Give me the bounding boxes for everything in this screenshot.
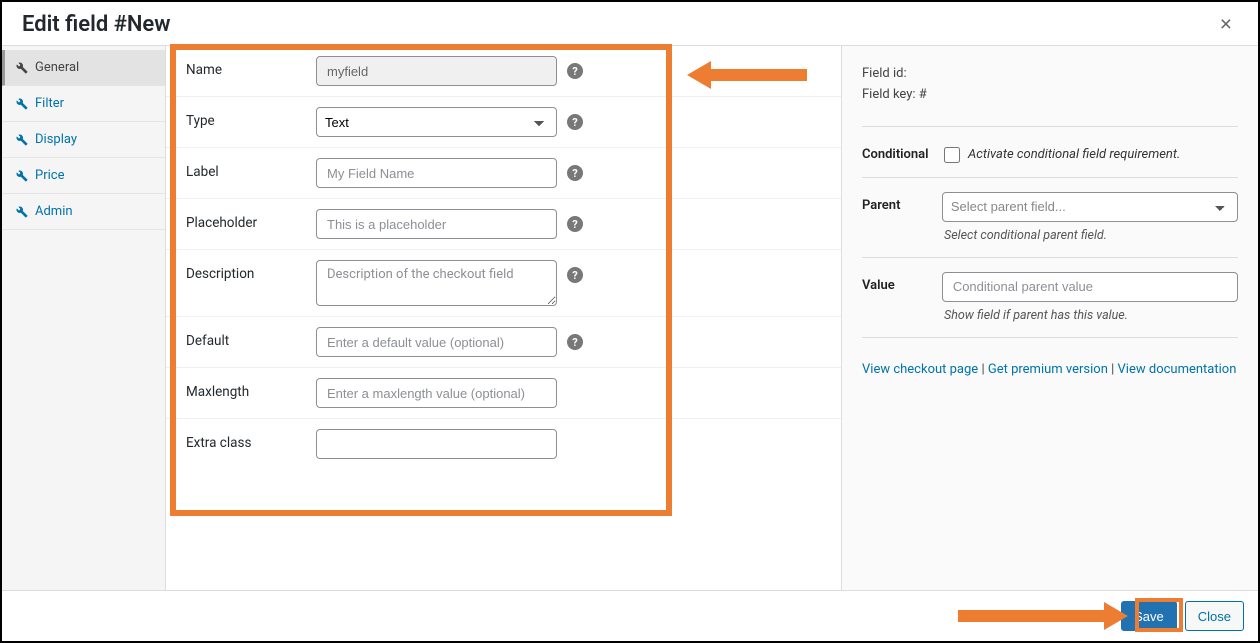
label-label: Label	[186, 158, 306, 180]
right-panel: Field id: Field key: # Conditional Activ…	[841, 46, 1258, 590]
close-button[interactable]: Close	[1185, 601, 1244, 631]
help-icon[interactable]: ?	[567, 267, 583, 283]
extra-class-label: Extra class	[186, 429, 306, 451]
description-label: Description	[186, 260, 306, 282]
conditional-label: Conditional	[862, 141, 932, 162]
placeholder-input[interactable]	[316, 209, 557, 239]
conditional-check-label: Activate conditional field requirement.	[968, 147, 1180, 162]
modal-title: Edit field #New	[22, 12, 171, 37]
name-input[interactable]	[316, 56, 557, 86]
value-helper: Show field if parent has this value.	[944, 308, 1238, 323]
sidebar-item-price[interactable]: Price	[2, 158, 165, 194]
view-docs-link[interactable]: View documentation	[1118, 362, 1237, 377]
sidebar: General Filter Display Price Admin	[2, 46, 166, 590]
extra-class-input[interactable]	[316, 429, 557, 459]
main-panel: Name ? Type Text ? Label ? Pla	[166, 46, 841, 590]
parent-label: Parent	[862, 192, 930, 213]
type-label: Type	[186, 107, 306, 129]
wrench-icon	[16, 206, 28, 218]
value-input[interactable]	[942, 272, 1238, 302]
wrench-icon	[16, 134, 28, 146]
right-links: View checkout page | Get premium version…	[862, 362, 1238, 377]
close-icon[interactable]: ×	[1214, 13, 1238, 37]
wrench-icon	[16, 62, 28, 74]
sidebar-item-general[interactable]: General	[2, 50, 165, 86]
sidebar-item-label: Admin	[35, 204, 73, 219]
sidebar-item-label: General	[35, 60, 79, 75]
save-button[interactable]: Save	[1121, 601, 1177, 631]
help-icon[interactable]: ?	[567, 165, 583, 181]
sidebar-item-admin[interactable]: Admin	[2, 194, 165, 230]
default-input[interactable]	[316, 327, 557, 357]
default-label: Default	[186, 327, 306, 349]
field-id-label: Field id:	[862, 64, 1238, 85]
type-select[interactable]: Text	[316, 107, 557, 137]
placeholder-label: Placeholder	[186, 209, 306, 231]
view-checkout-link[interactable]: View checkout page	[862, 362, 978, 377]
help-icon[interactable]: ?	[567, 216, 583, 232]
parent-select[interactable]: Select parent field...	[942, 192, 1238, 222]
sidebar-item-display[interactable]: Display	[2, 122, 165, 158]
help-icon[interactable]: ?	[567, 334, 583, 350]
sidebar-item-filter[interactable]: Filter	[2, 86, 165, 122]
value-label: Value	[862, 272, 930, 293]
sidebar-item-label: Filter	[35, 96, 64, 111]
parent-helper: Select conditional parent field.	[944, 228, 1238, 243]
description-textarea[interactable]	[316, 260, 557, 306]
get-premium-link[interactable]: Get premium version	[988, 362, 1108, 377]
maxlength-label: Maxlength	[186, 378, 306, 400]
sidebar-item-label: Display	[35, 132, 77, 147]
help-icon[interactable]: ?	[567, 114, 583, 130]
field-key-label: Field key: #	[862, 85, 1238, 106]
wrench-icon	[16, 170, 28, 182]
name-label: Name	[186, 56, 306, 78]
label-input[interactable]	[316, 158, 557, 188]
sidebar-item-label: Price	[35, 168, 64, 183]
wrench-icon	[16, 98, 28, 110]
maxlength-input[interactable]	[316, 378, 557, 408]
modal-footer: Save Close	[2, 590, 1258, 641]
help-icon[interactable]: ?	[567, 63, 583, 79]
conditional-checkbox[interactable]	[944, 147, 960, 163]
